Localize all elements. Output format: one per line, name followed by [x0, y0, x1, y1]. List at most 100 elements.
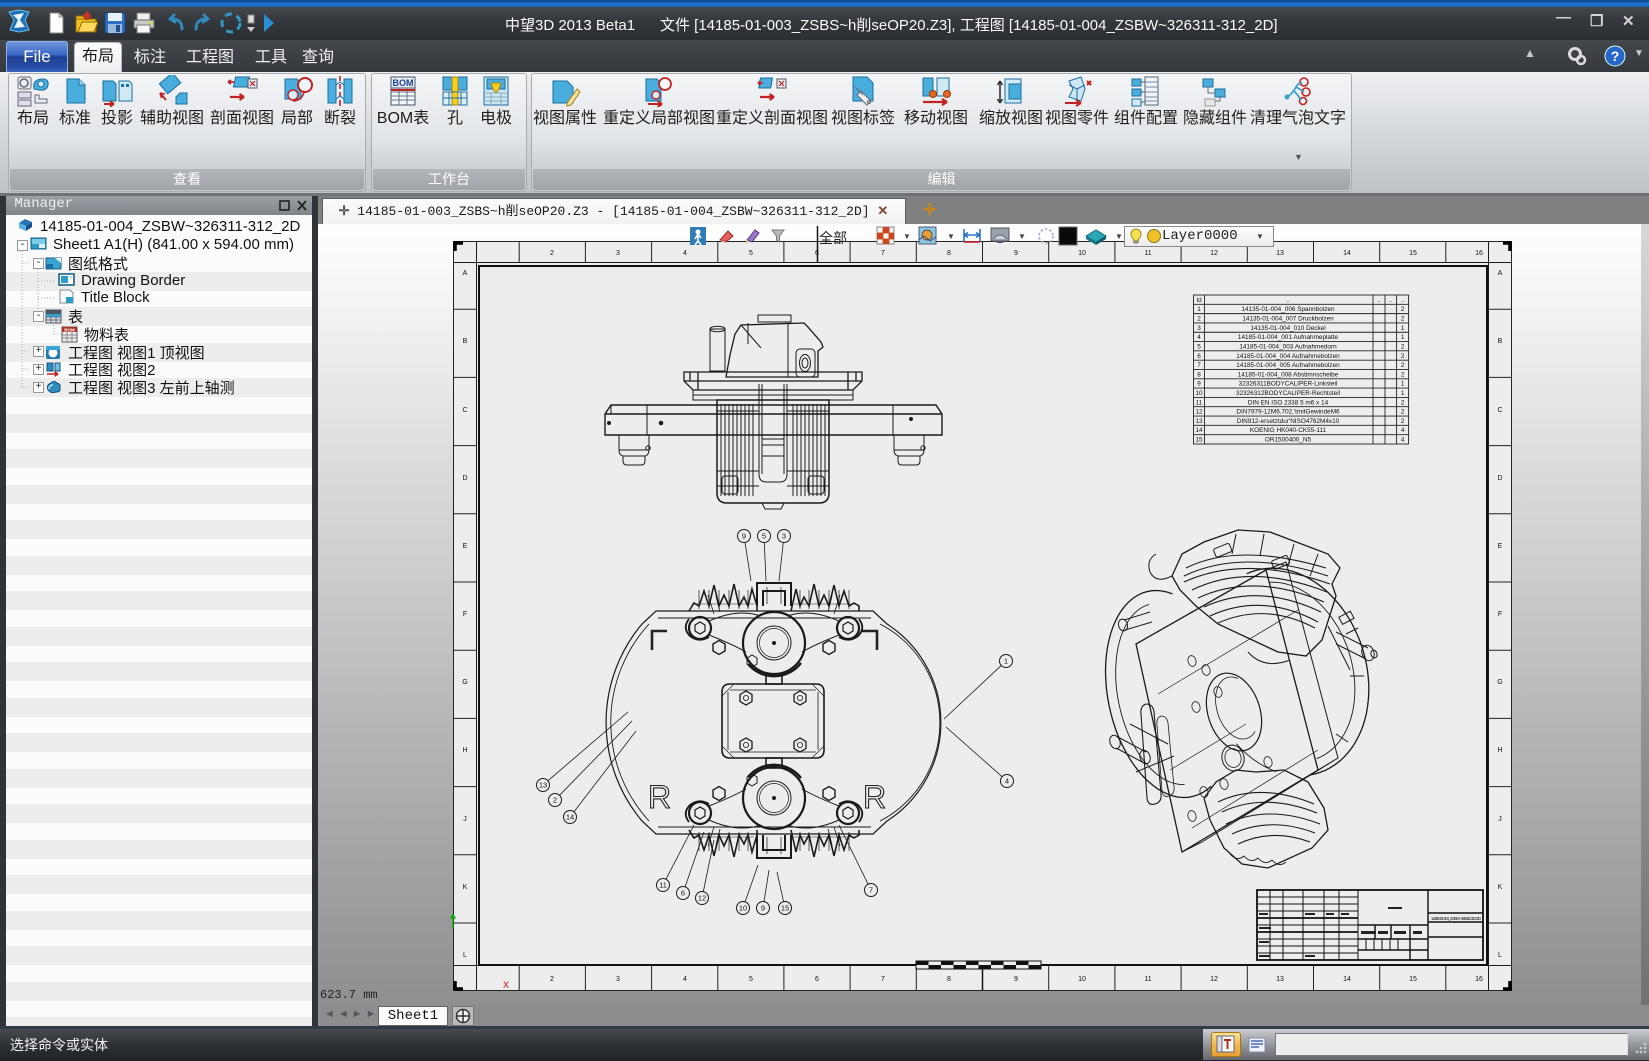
svg-text:Id: Id	[1196, 297, 1202, 304]
svg-text:14: 14	[566, 813, 574, 822]
svg-text:3: 3	[616, 976, 620, 983]
svg-text:J: J	[1498, 816, 1502, 823]
svg-text:4: 4	[1401, 437, 1405, 444]
svg-text:1: 1	[1004, 657, 1008, 666]
svg-text:2: 2	[1401, 418, 1405, 425]
svg-text:9: 9	[1014, 976, 1018, 983]
svg-text:4: 4	[1401, 427, 1405, 434]
svg-text:2: 2	[1401, 399, 1405, 406]
svg-text:DIN912-ersetztdur'NISO4762M4x1: DIN912-ersetztdur'NISO4762M4x10	[1237, 418, 1340, 425]
svg-text:9: 9	[761, 904, 765, 913]
svg-text:A: A	[1498, 270, 1503, 277]
svg-text:13: 13	[539, 781, 547, 790]
svg-text:2: 2	[550, 976, 554, 983]
svg-text:L: L	[1498, 952, 1502, 959]
svg-text:1: 1	[1401, 390, 1405, 397]
svg-text:2: 2	[1197, 316, 1201, 323]
svg-text:15: 15	[781, 904, 789, 913]
svg-text:C: C	[1497, 407, 1502, 414]
svg-text:16: 16	[1475, 976, 1483, 983]
svg-text:4: 4	[683, 976, 687, 983]
svg-text:8: 8	[1197, 371, 1201, 378]
svg-text:6: 6	[681, 889, 685, 898]
svg-text:32326311BODYCALIPER-Linksteil: 32326311BODYCALIPER-Linksteil	[1239, 381, 1338, 388]
svg-text:2: 2	[1401, 353, 1405, 360]
svg-text:..: ..	[1401, 297, 1405, 304]
svg-text:R: R	[863, 779, 886, 815]
svg-text:8: 8	[947, 250, 951, 257]
svg-text:14135-01-004_007 Druckbolzen: 14135-01-004_007 Druckbolzen	[1242, 316, 1334, 323]
svg-text:..: ..	[1286, 297, 1290, 304]
svg-text:11: 11	[1144, 976, 1151, 983]
svg-text:X: X	[503, 981, 509, 992]
svg-text:14: 14	[1343, 976, 1351, 983]
svg-text:2: 2	[1401, 344, 1405, 351]
svg-text:L: L	[463, 952, 467, 959]
svg-text:13: 13	[1276, 250, 1284, 257]
svg-text:4: 4	[1005, 777, 1009, 786]
svg-text:8: 8	[947, 976, 951, 983]
svg-text:E: E	[463, 543, 468, 550]
svg-text:3: 3	[782, 532, 786, 541]
svg-text:14135-01-004_010 Deckel: 14135-01-004_010 Deckel	[1250, 325, 1325, 332]
svg-text:10: 10	[1078, 250, 1086, 257]
svg-text:2: 2	[1401, 306, 1405, 313]
svg-text:2: 2	[1401, 362, 1405, 369]
svg-text:F: F	[463, 611, 467, 618]
svg-text:14185-01-004_003 Aufnahmedorn: 14185-01-004_003 Aufnahmedorn	[1239, 344, 1337, 351]
svg-text:A: A	[463, 270, 468, 277]
svg-text:16: 16	[1475, 250, 1483, 257]
svg-text:4: 4	[1197, 334, 1201, 341]
svg-text:3: 3	[616, 250, 620, 257]
svg-text:1: 1	[1197, 306, 1201, 313]
svg-text:14: 14	[1343, 250, 1351, 257]
svg-text:12: 12	[1210, 250, 1218, 257]
svg-text:KOENIG HK040-CK55-111: KOENIG HK040-CK55-111	[1250, 427, 1327, 434]
svg-text:13: 13	[1276, 976, 1284, 983]
svg-text:14185-01-004_004 Aufnahmebolz: 14185-01-004_004 Aufnahmebolzen	[1236, 353, 1340, 360]
svg-text:7: 7	[869, 886, 873, 895]
svg-text:4: 4	[683, 250, 687, 257]
svg-text:B: B	[1498, 338, 1503, 345]
svg-text:14185-01-004_ZSBW~326311-312-2: 14185-01-004_ZSBW~326311-312-2D	[1431, 916, 1481, 921]
svg-text:10: 10	[739, 904, 747, 913]
svg-text:H: H	[1497, 747, 1502, 754]
svg-text:2: 2	[1401, 316, 1405, 323]
svg-text:14185-01-004_005 Aufnahmebolz: 14185-01-004_005 Aufnahmebolzen	[1236, 362, 1340, 369]
svg-text:13: 13	[1195, 418, 1203, 425]
svg-text:10: 10	[1078, 976, 1086, 983]
svg-text:H: H	[462, 747, 467, 754]
svg-text:32326312BODYCALIPER-Rechtsteil: 32326312BODYCALIPER-Rechtsteil	[1236, 390, 1340, 397]
svg-text:14185-01-004_008 Abstimnschei: 14185-01-004_008 Abstimnscheibe	[1238, 371, 1339, 378]
svg-text:11: 11	[659, 881, 667, 890]
svg-text:12: 12	[1210, 976, 1218, 983]
svg-text:K: K	[1498, 884, 1503, 891]
svg-text:12: 12	[1195, 409, 1203, 416]
svg-text:..: ..	[1389, 297, 1393, 304]
svg-text:11: 11	[1196, 399, 1203, 406]
svg-text:14185-01-004_001 Aufnahmeplat: 14185-01-004_001 Aufnahmeplatte	[1238, 334, 1339, 341]
svg-text:15: 15	[1195, 437, 1203, 444]
svg-text:5: 5	[1197, 344, 1201, 351]
svg-text:BOM: BOM	[393, 78, 414, 88]
svg-text:J: J	[463, 816, 467, 823]
svg-text:C: C	[462, 407, 467, 414]
svg-text:2: 2	[550, 250, 554, 257]
svg-text:9: 9	[742, 532, 746, 541]
svg-text:DIN7979-12M6.702,'tmitGewindeM: DIN7979-12M6.702,'tmitGewindeM6	[1236, 409, 1340, 416]
svg-text:2: 2	[1401, 371, 1405, 378]
svg-text:7: 7	[881, 976, 885, 983]
svg-text:F: F	[1498, 611, 1502, 618]
svg-text:5: 5	[749, 976, 753, 983]
svg-text:5: 5	[749, 250, 753, 257]
svg-text:OR1500400_N5: OR1500400_N5	[1265, 437, 1312, 444]
svg-text:1: 1	[1401, 325, 1405, 332]
svg-text:6: 6	[815, 976, 819, 983]
svg-text:9: 9	[1197, 381, 1201, 388]
svg-text:E: E	[1498, 543, 1503, 550]
svg-text:?: ?	[1611, 48, 1620, 64]
svg-text:11: 11	[1144, 250, 1151, 257]
svg-text:BOM: BOM	[64, 328, 75, 333]
svg-text:D: D	[462, 475, 467, 482]
svg-text:D: D	[1497, 475, 1502, 482]
